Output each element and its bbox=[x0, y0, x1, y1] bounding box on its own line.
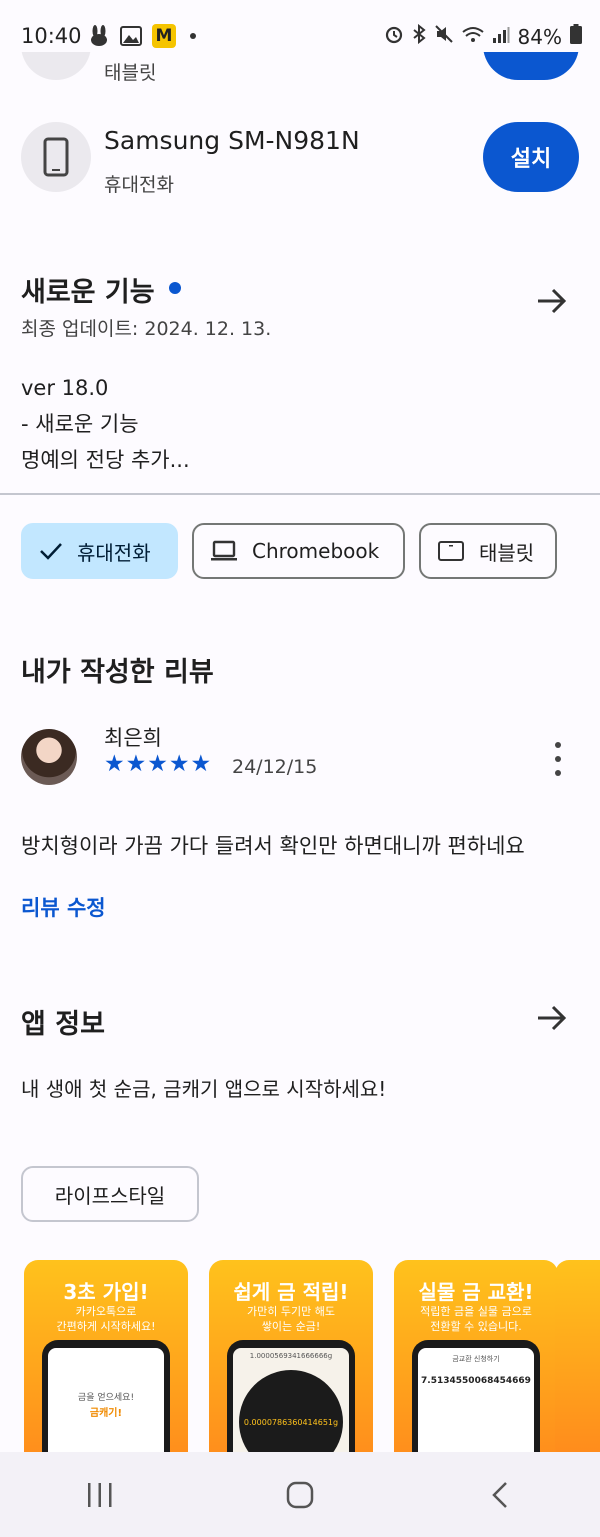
recent-apps-button[interactable] bbox=[70, 1465, 130, 1525]
app-description: 내 생애 첫 순금, 금캐기 앱으로 시작하세요! bbox=[21, 1077, 387, 1101]
reviewer-name: 최은희 bbox=[104, 726, 162, 750]
release-note-line: ver 18.0 bbox=[21, 376, 109, 400]
new-indicator-dot bbox=[168, 281, 181, 294]
whats-new-header[interactable]: 새로운 기능 bbox=[21, 270, 181, 309]
review-text: 방치형이라 가끔 가다 들려서 확인만 하면대니까 편하네요 bbox=[21, 834, 525, 858]
whats-new-title: 새로운 기능 bbox=[21, 277, 155, 308]
gallery-icon bbox=[120, 25, 142, 47]
notification-dot bbox=[190, 33, 196, 39]
status-right-icons-overlay: 84% bbox=[384, 23, 582, 49]
chip-tablet[interactable]: 태블릿 bbox=[419, 523, 557, 579]
device-name: Samsung SM-N981N bbox=[104, 126, 360, 155]
last-updated: 최종 업데이트: 2024. 12. 13. bbox=[21, 318, 272, 340]
system-nav-bar bbox=[0, 1452, 600, 1537]
battery-text: 84% bbox=[517, 24, 562, 49]
screenshot-title: 실물 금 교환! bbox=[418, 1280, 534, 1304]
partial-device-type: 태블릿 bbox=[104, 62, 157, 84]
screenshot-carousel[interactable]: 3초 가입! 카카오톡으로 간편하게 시작하세요! 금을 얻으세요! 금캐기! … bbox=[24, 1260, 600, 1470]
mute-icon bbox=[434, 24, 454, 49]
more-options-icon[interactable] bbox=[548, 742, 568, 776]
star-icon: ★ bbox=[190, 751, 212, 777]
phone-device-icon bbox=[21, 122, 91, 192]
star-icon: ★ bbox=[104, 751, 125, 777]
screenshot-3[interactable]: 실물 금 교환! 적립한 금을 실물 금으로 전환할 수 있습니다. 금교환 신… bbox=[394, 1260, 558, 1470]
my-review-title: 내가 작성한 리뷰 bbox=[21, 657, 214, 688]
review-date: 24/12/15 bbox=[232, 756, 318, 778]
screenshot-1[interactable]: 3초 가입! 카카오톡으로 간편하게 시작하세요! 금을 얻으세요! 금캐기! bbox=[24, 1260, 188, 1470]
status-left-icons-overlay: M bbox=[88, 24, 196, 48]
app-info-title[interactable]: 앱 정보 bbox=[21, 1002, 105, 1041]
install-button[interactable]: 설치 bbox=[483, 122, 579, 192]
recent-apps-icon bbox=[88, 1482, 112, 1507]
m-app-icon: M bbox=[152, 24, 176, 48]
rabbit-icon bbox=[88, 25, 110, 47]
release-note-line: 명예의 전당 추가... bbox=[21, 448, 190, 472]
wifi-icon bbox=[461, 25, 484, 49]
screenshot-subtitle: 가만히 두기만 해도 쌓이는 순금! bbox=[247, 1305, 335, 1333]
screenshot-title: 쉽게 금 적립! bbox=[233, 1280, 349, 1304]
screen-text: 금교환 신청하기 bbox=[452, 1355, 500, 1363]
screen-text: 0.0000786360414651g bbox=[243, 1418, 339, 1427]
screenshot-title: 3초 가입! bbox=[63, 1280, 149, 1304]
signal-icon bbox=[492, 25, 510, 49]
screen-text: 금캐기! bbox=[89, 1408, 123, 1419]
phone-mockup: 금교환 신청하기 7.5134550068454669 bbox=[412, 1340, 540, 1470]
app-info-arrow-icon[interactable] bbox=[535, 1001, 569, 1035]
screenshot-subtitle: 적립한 금을 실물 금으로 전환할 수 있습니다. bbox=[420, 1305, 532, 1333]
avatar bbox=[21, 729, 77, 785]
battery-icon bbox=[570, 24, 582, 49]
chip-chromebook[interactable]: Chromebook bbox=[192, 523, 405, 579]
category-chip[interactable]: 라이프스타일 bbox=[21, 1166, 199, 1222]
chip-phone-label: 휴대전화 bbox=[77, 540, 151, 565]
chip-phone[interactable]: 휴대전화 bbox=[21, 523, 178, 579]
star-icon: ★ bbox=[125, 751, 147, 777]
back-button[interactable] bbox=[470, 1465, 530, 1525]
home-icon bbox=[286, 1481, 314, 1508]
device-type: 휴대전화 bbox=[104, 174, 174, 196]
release-notes: ver 18.0 - 새로운 기능 명예의 전당 추가... bbox=[21, 370, 190, 478]
screen-text: 1.0000569341666666g bbox=[249, 1352, 333, 1360]
star-icon: ★ bbox=[168, 751, 190, 777]
whats-new-arrow-icon[interactable] bbox=[535, 284, 569, 318]
chip-chromebook-label: Chromebook bbox=[252, 539, 380, 563]
back-icon bbox=[492, 1481, 507, 1508]
screenshot-2[interactable]: 쉽게 금 적립! 가만히 두기만 해도 쌓이는 순금! 1.0000569341… bbox=[209, 1260, 373, 1470]
bluetooth-icon bbox=[412, 23, 426, 49]
home-button[interactable] bbox=[270, 1465, 330, 1525]
chip-tablet-label: 태블릿 bbox=[479, 540, 535, 565]
screenshot-subtitle: 카카오톡으로 간편하게 시작하세요! bbox=[56, 1305, 156, 1333]
edit-review-link[interactable]: 리뷰 수정 bbox=[21, 892, 106, 922]
star-icon: ★ bbox=[147, 751, 168, 777]
device-row-phone: Samsung SM-N981N 휴대전화 설치 bbox=[0, 122, 600, 196]
screenshot-4-partial[interactable] bbox=[555, 1260, 600, 1460]
status-time-overlay: 10:40 bbox=[21, 24, 82, 48]
check-icon bbox=[40, 543, 62, 560]
phone-mockup: 1.0000569341666666g 0.0000786360414651g bbox=[227, 1340, 355, 1470]
star-rating: ★ ★ ★ ★ ★ bbox=[104, 752, 211, 776]
alarm-icon bbox=[384, 24, 404, 49]
laptop-icon bbox=[211, 540, 237, 561]
phone-mockup: 금을 얻으세요! 금캐기! bbox=[42, 1340, 170, 1470]
release-note-line: - 새로운 기능 bbox=[21, 412, 139, 436]
screen-text: 금을 얻으세요! bbox=[77, 1393, 135, 1403]
tablet-icon bbox=[438, 541, 464, 561]
status-bar-overlay: 10:40 M 84% bbox=[0, 0, 600, 52]
screen-text: 7.5134550068454669 bbox=[421, 1376, 531, 1386]
section-divider bbox=[0, 493, 600, 495]
